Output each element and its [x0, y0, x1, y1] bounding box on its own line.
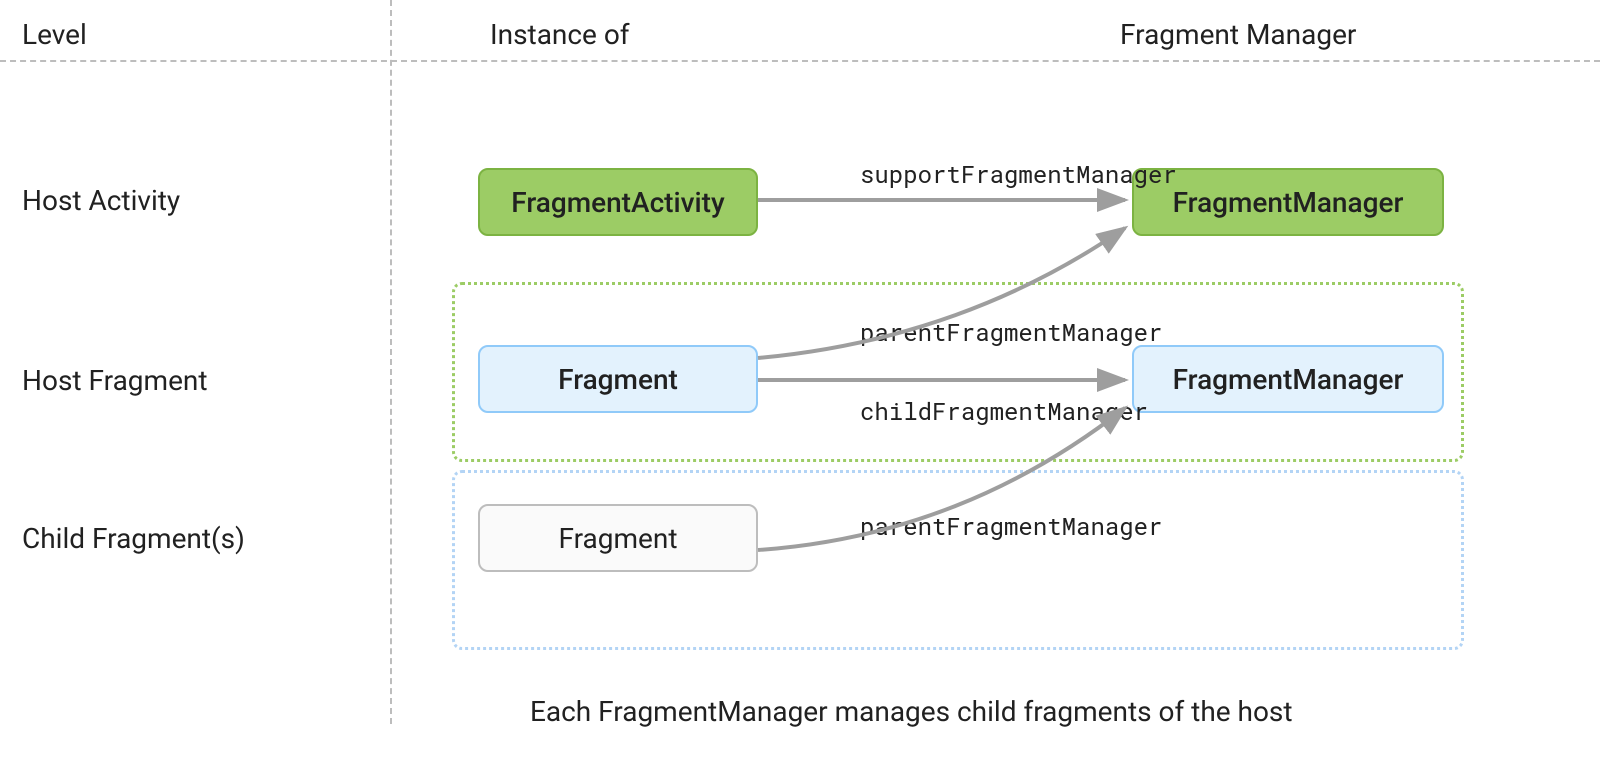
- header-level: Level: [22, 18, 87, 51]
- footer-caption: Each FragmentManager manages child fragm…: [530, 695, 1293, 728]
- header-manager: Fragment Manager: [1120, 18, 1356, 51]
- label-host-fragment: Host Fragment: [22, 364, 382, 397]
- node-fragment-gray: Fragment: [478, 504, 758, 572]
- edge-parent-fm-1: parentFragmentManager: [860, 316, 1162, 348]
- vertical-divider: [390, 0, 392, 724]
- edge-child-fm: childFragmentManager: [860, 395, 1148, 427]
- label-child-fragments: Child Fragment(s): [22, 522, 382, 555]
- header-instance: Instance of: [490, 18, 630, 51]
- node-fragment-activity: FragmentActivity: [478, 168, 758, 236]
- node-fragment-manager-green: FragmentManager: [1132, 168, 1444, 236]
- edge-support-fm: supportFragmentManager: [860, 158, 1177, 190]
- edge-parent-fm-2: parentFragmentManager: [860, 510, 1162, 542]
- header-row: Level Instance of Fragment Manager: [0, 0, 1600, 62]
- node-fragment-manager-blue: FragmentManager: [1132, 345, 1444, 413]
- label-host-activity: Host Activity: [22, 184, 382, 217]
- node-fragment-blue: Fragment: [478, 345, 758, 413]
- fragment-manager-diagram: Level Instance of Fragment Manager Host …: [0, 0, 1600, 774]
